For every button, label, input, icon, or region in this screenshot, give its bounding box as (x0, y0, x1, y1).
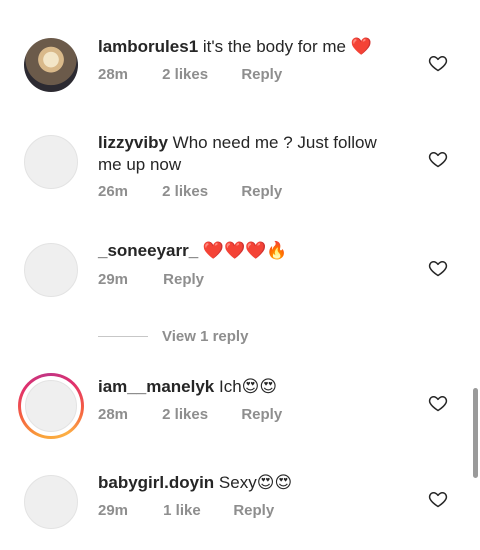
reply-button[interactable]: Reply (163, 271, 204, 288)
avatar[interactable] (24, 243, 78, 297)
heart-outline-icon[interactable] (428, 53, 448, 73)
view-replies-label: View 1 reply (162, 327, 249, 345)
comment-text: iam__manelyk Ich😍😍 (98, 376, 398, 398)
comment-time: 29m (98, 271, 129, 288)
comment-emoji: 😍😍 (256, 473, 293, 492)
comment-emoji: ❤️❤️❤️🔥 (202, 241, 288, 260)
comment-body: Ich (218, 377, 242, 396)
comment-time: 29m (98, 502, 129, 519)
comment-likes[interactable]: 1 like (163, 502, 229, 519)
reply-button[interactable]: Reply (233, 502, 274, 519)
heart-outline-icon[interactable] (428, 149, 448, 169)
avatar[interactable] (24, 475, 78, 529)
heart-outline-icon[interactable] (428, 489, 448, 509)
avatar[interactable] (24, 38, 78, 92)
comment-likes[interactable]: 2 likes (162, 406, 237, 423)
comment-text: babygirl.doyin Sexy😍😍 (98, 472, 398, 494)
scrollbar[interactable] (473, 388, 478, 478)
comment-time: 28m (98, 66, 129, 83)
heart-outline-icon[interactable] (428, 393, 448, 413)
comment-meta: 29m 1 like Reply (98, 502, 274, 519)
comment-text: lizzyviby Who need me ? Just follow me u… (98, 132, 398, 176)
comment-time: 26m (98, 183, 129, 200)
comment-likes[interactable]: 2 likes (162, 183, 237, 200)
comment-meta: 28m 2 likes Reply (98, 66, 282, 83)
comment-username[interactable]: iam__manelyk (98, 377, 214, 396)
comment-body: it's the body for me (202, 37, 346, 56)
comment-text: _soneeyarr_ ❤️❤️❤️🔥 (98, 240, 398, 262)
divider (98, 335, 148, 337)
comment-body: Sexy (218, 473, 257, 492)
comment-meta: 26m 2 likes Reply (98, 183, 282, 200)
view-replies-button[interactable]: View 1 reply (98, 325, 248, 347)
reply-button[interactable]: Reply (241, 406, 282, 423)
avatar[interactable] (24, 135, 78, 189)
story-ring-inner (21, 376, 81, 436)
story-ring-avatar[interactable] (18, 373, 84, 439)
comment-username[interactable]: _soneeyarr_ (98, 241, 198, 260)
comment-username[interactable]: lizzyviby (98, 133, 168, 152)
reply-button[interactable]: Reply (241, 183, 282, 200)
heart-outline-icon[interactable] (428, 258, 448, 278)
comment-likes[interactable]: 2 likes (162, 66, 237, 83)
comment-meta: 29m Reply (98, 271, 204, 288)
comment-emoji: ❤️ (350, 37, 372, 56)
comment-meta: 28m 2 likes Reply (98, 406, 282, 423)
comment-username[interactable]: babygirl.doyin (98, 473, 214, 492)
reply-button[interactable]: Reply (241, 66, 282, 83)
comment-username[interactable]: lamborules1 (98, 37, 198, 56)
comment-time: 28m (98, 406, 129, 423)
avatar (25, 380, 77, 432)
comment-emoji: 😍😍 (241, 377, 278, 396)
comment-text: lamborules1 it's the body for me ❤️ (98, 36, 398, 58)
